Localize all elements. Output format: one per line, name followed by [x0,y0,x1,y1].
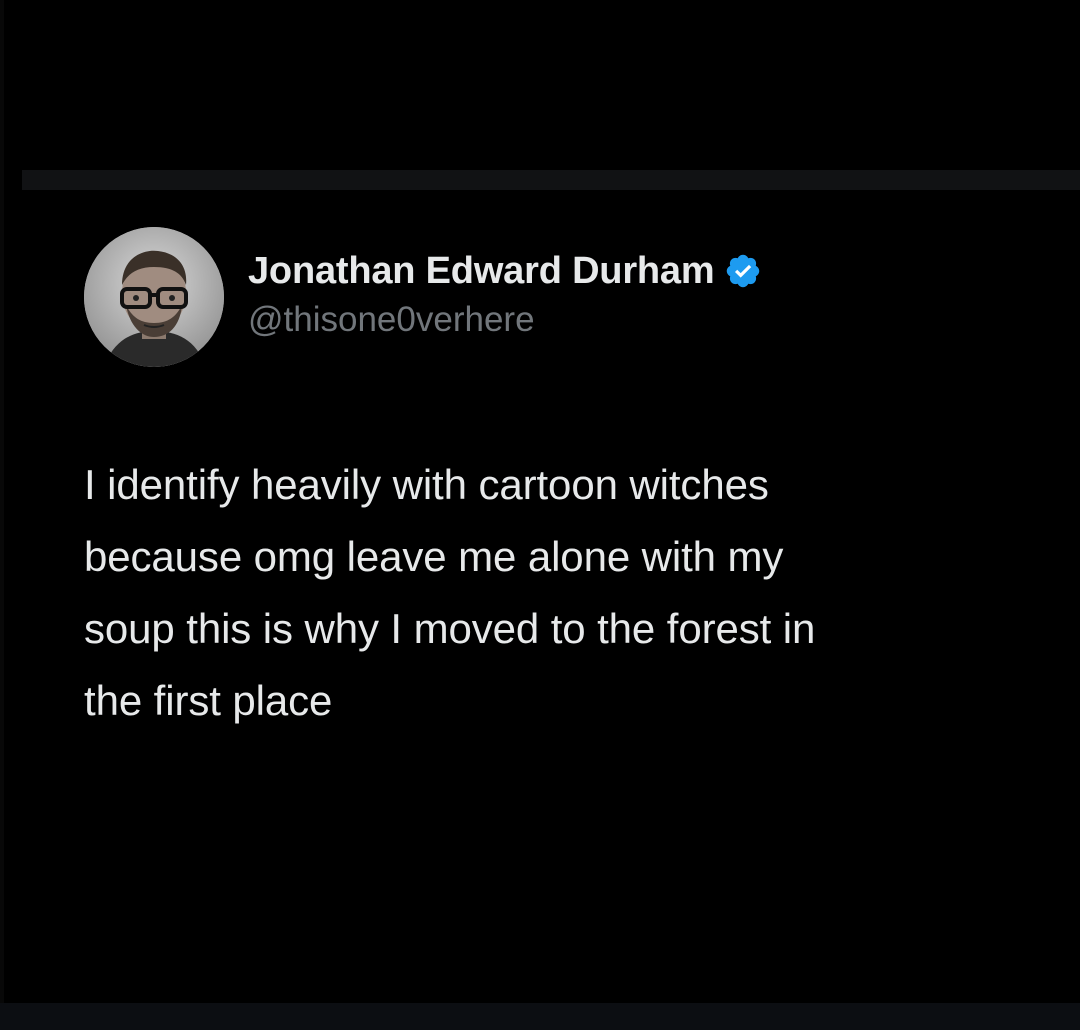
bottom-bar [0,1003,1080,1030]
top-divider [22,170,1080,190]
tweet-header: Jonathan Edward Durham @thisone0verhere [84,227,1044,367]
author-identity: Jonathan Edward Durham @thisone0verhere [248,244,762,340]
tweet-text-line: soup this is why I moved to the forest i… [84,605,816,652]
tweet-text-line: because omg leave me alone with my [84,533,784,580]
verified-badge-icon [724,252,762,290]
left-edge [0,0,4,1030]
author-handle[interactable]: @thisone0verhere [248,300,762,340]
avatar[interactable] [84,227,224,367]
profile-photo-icon [84,227,224,367]
tweet-text-line: the first place [84,677,333,724]
author-display-name[interactable]: Jonathan Edward Durham [248,250,715,293]
tweet-text: I identify heavily with cartoon witches … [84,449,1044,737]
name-row: Jonathan Edward Durham [248,244,762,298]
tweet-card: Jonathan Edward Durham @thisone0verhere … [84,227,1044,737]
tweet-text-line: I identify heavily with cartoon witches [84,461,769,508]
